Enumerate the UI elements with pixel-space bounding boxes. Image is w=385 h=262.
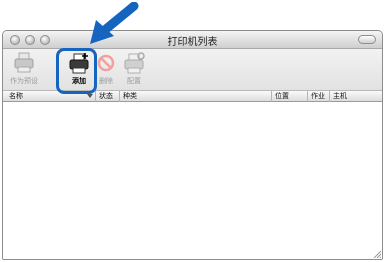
- column-header-status[interactable]: 状态: [95, 91, 119, 102]
- printer-default-icon: [14, 52, 34, 73]
- sort-indicator-icon: [87, 94, 93, 98]
- window-title: 打印机列表: [167, 37, 218, 48]
- pointer-arrow-icon: [90, 2, 139, 44]
- column-header-host[interactable]: 主机: [329, 91, 374, 102]
- printer-list[interactable]: [3, 102, 382, 259]
- add-button-highlight: [56, 48, 97, 94]
- printer-configure-icon: [124, 52, 145, 74]
- toolbar-toggle-button[interactable]: [358, 35, 376, 44]
- configure-printer-button[interactable]: 配置: [117, 51, 151, 89]
- resize-grip-icon[interactable]: [372, 249, 381, 258]
- title-bar[interactable]: 打印机列表: [3, 31, 382, 49]
- column-header-jobs[interactable]: 作业: [307, 91, 329, 102]
- column-header-kind[interactable]: 种类: [119, 91, 271, 102]
- make-default-button[interactable]: 作为预设: [7, 51, 41, 89]
- configure-printer-label: 配置: [127, 77, 141, 85]
- make-default-label: 作为预设: [10, 77, 38, 85]
- column-header-location[interactable]: 位置: [271, 91, 307, 102]
